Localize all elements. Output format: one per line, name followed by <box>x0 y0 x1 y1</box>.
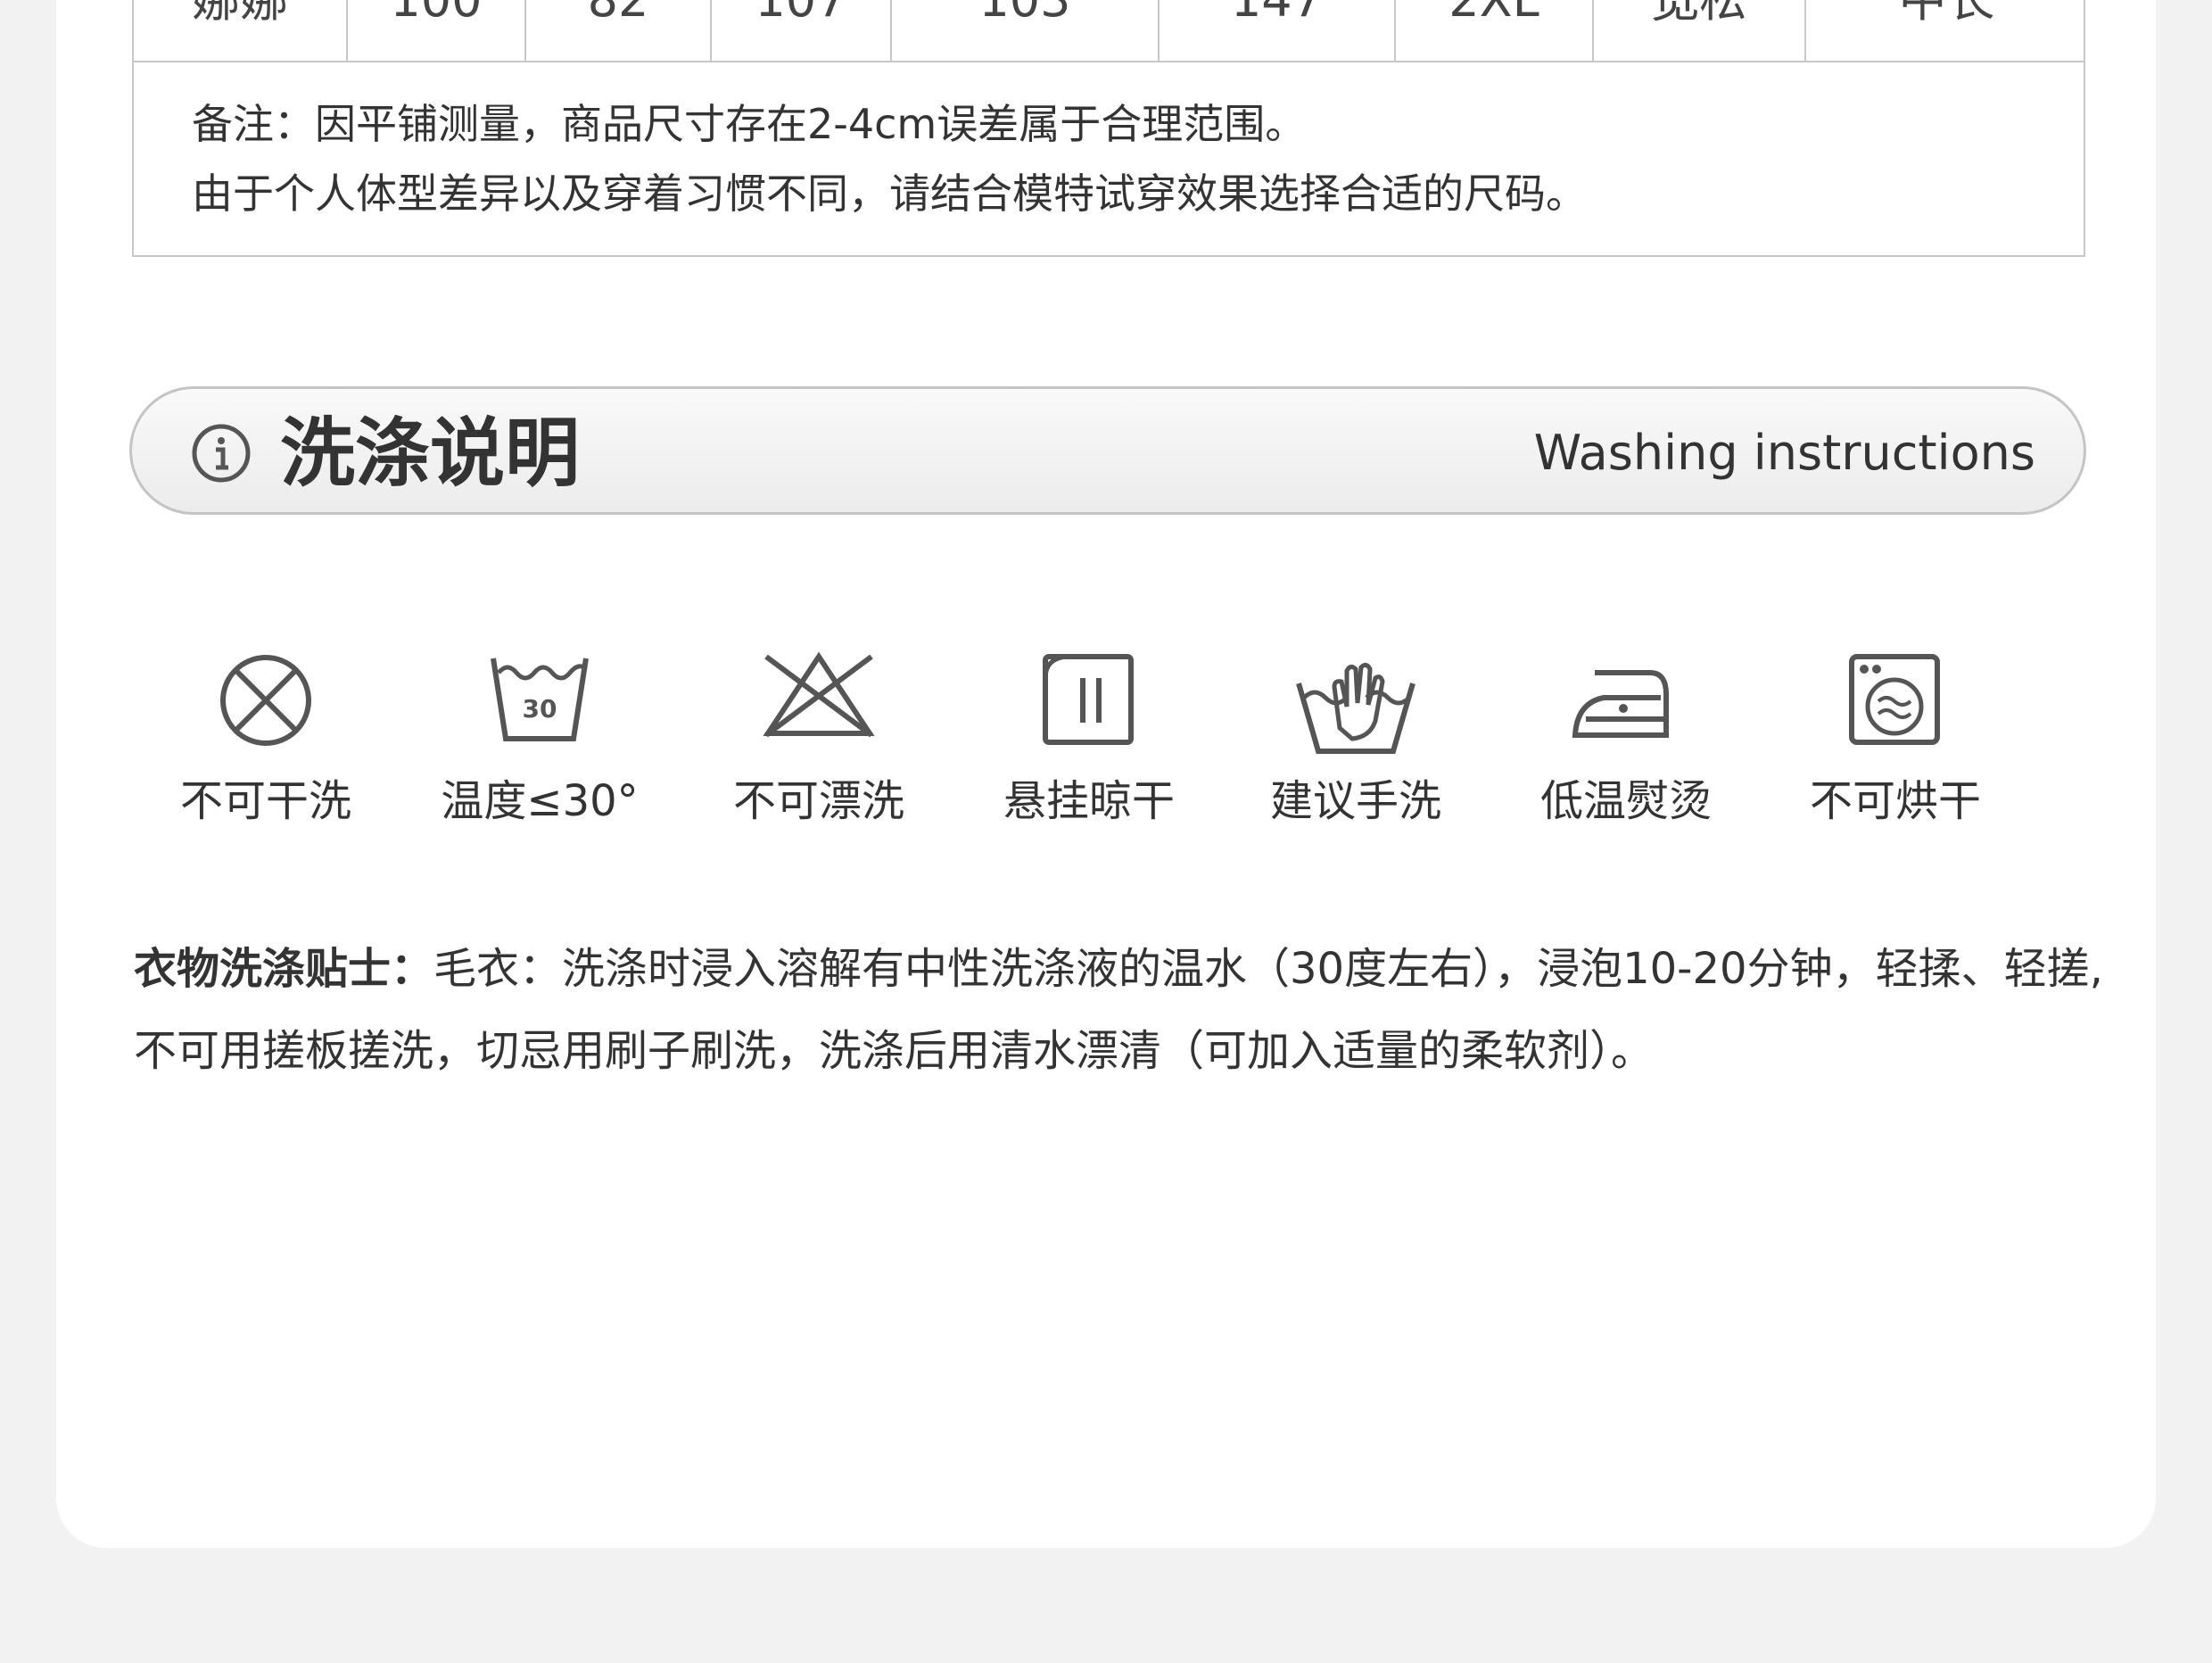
care-item-hand-wash: 建议手洗 <box>1249 651 1463 839</box>
care-label: 不可干洗 <box>179 776 351 826</box>
wash-30-icon: 30 <box>491 658 589 741</box>
size-table-row: 娜娜 100 82 107 103 147 2XL 宽松 中长 <box>134 0 2084 62</box>
svg-text:30: 30 <box>523 694 557 724</box>
size-cell: 107 <box>712 0 892 61</box>
hang-dry-icon <box>1043 654 1134 745</box>
size-notes: 备注：因平铺测量，商品尺寸存在2-4cm误差属于合理范围。 由于个人体型差异以及… <box>192 89 1587 228</box>
care-item-no-bleach: 不可漂洗 <box>712 651 926 839</box>
care-item-no-dry-clean: 不可干洗 <box>159 651 373 839</box>
size-cell: 娜娜 <box>134 0 348 61</box>
care-item-wash-30: 30 温度≤30° <box>433 651 647 839</box>
section-header-washing: 洗涤说明 Washing instructions <box>129 386 2086 515</box>
care-label: 不可烘干 <box>1809 776 1981 826</box>
washing-tips: 衣物洗涤贴士：毛衣：洗涤时浸入溶解有中性洗涤液的温水（30度左右），浸泡10-2… <box>134 928 2141 1092</box>
care-label: 低温熨烫 <box>1539 776 1712 826</box>
size-cell: 2XL <box>1396 0 1594 61</box>
section-title: 洗涤说明 <box>280 410 581 497</box>
section-subtitle: Washing instructions <box>1533 425 2035 481</box>
care-item-no-tumble-dry: 不可烘干 <box>1788 651 2002 839</box>
care-label: 建议手洗 <box>1269 776 1441 826</box>
no-dry-clean-icon <box>220 655 311 746</box>
no-bleach-icon <box>763 651 875 738</box>
note-line-1: 备注：因平铺测量，商品尺寸存在2-4cm误差属于合理范围。 <box>192 100 1307 148</box>
care-label: 悬挂晾干 <box>1003 776 1175 826</box>
hand-wash-icon <box>1296 662 1416 754</box>
care-label: 温度≤30° <box>441 776 639 826</box>
care-label: 不可漂洗 <box>732 776 904 826</box>
note-line-2: 由于个人体型差异以及穿着习惯不同，请结合模特试穿效果选择合适的尺码。 <box>192 170 1587 218</box>
size-cell: 147 <box>1160 0 1396 61</box>
size-cell: 宽松 <box>1594 0 1806 61</box>
no-tumble-dry-icon <box>1849 654 1940 745</box>
info-icon <box>192 424 251 483</box>
low-iron-icon <box>1572 670 1669 738</box>
tips-title: 衣物洗涤贴士： <box>134 944 434 994</box>
size-cell: 103 <box>892 0 1160 61</box>
size-table: 娜娜 100 82 107 103 147 2XL 宽松 中长 备注：因平铺测量… <box>132 0 2085 257</box>
size-cell: 中长 <box>1806 0 2084 61</box>
care-item-hang-dry: 悬挂晾干 <box>982 651 1196 839</box>
size-cell: 82 <box>526 0 712 61</box>
care-item-low-iron: 低温熨烫 <box>1519 651 1733 839</box>
size-cell: 100 <box>348 0 526 61</box>
